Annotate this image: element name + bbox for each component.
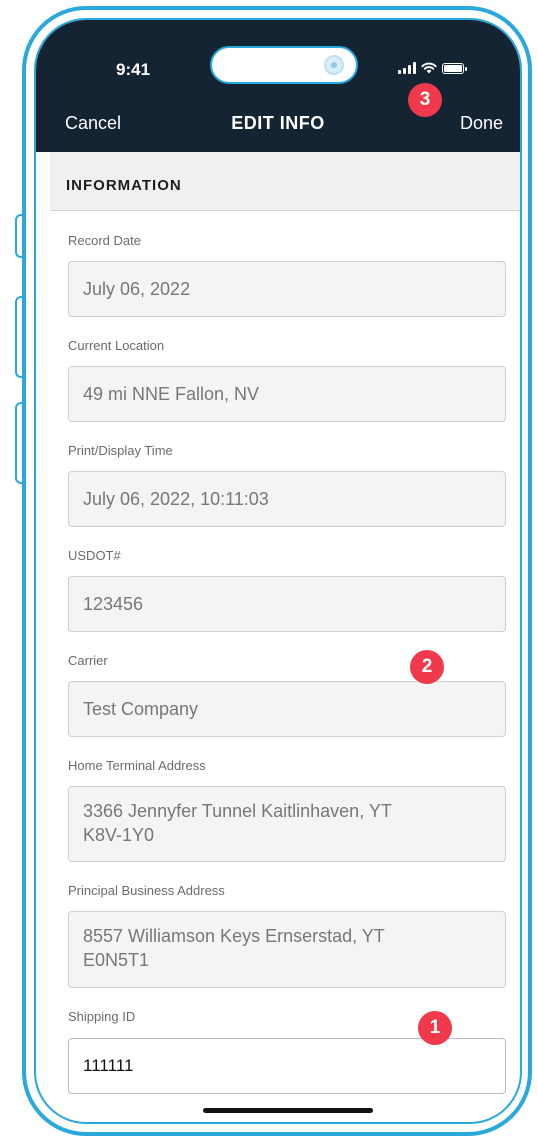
carrier-value: Test Company [83, 699, 199, 719]
badge-3: 3 [408, 83, 442, 117]
shipping-id-value: 111111 [83, 1056, 134, 1075]
app-header: 9:41 Cancel EDIT INFO Done [36, 20, 520, 152]
current-location-label: Current Location [68, 338, 165, 353]
shipping-id-label: Shipping ID [68, 1009, 136, 1024]
record-date-field: July 06, 2022 [68, 261, 506, 317]
dynamic-island [210, 46, 358, 84]
cancel-button[interactable]: Cancel [65, 113, 121, 134]
usdot-value: 123456 [83, 594, 144, 614]
home-terminal-address-line1: 3366 Jennyfer Tunnel Kaitlinhaven, YT [83, 801, 392, 821]
home-indicator [203, 1108, 373, 1113]
print-display-time-label: Print/Display Time [68, 443, 173, 458]
principal-business-address-line2: E0N5T1 [83, 950, 150, 970]
record-date-value: July 06, 2022 [83, 279, 191, 299]
home-terminal-address-line2: K8V-1Y0 [83, 825, 155, 845]
section-title: INFORMATION [66, 177, 182, 194]
carrier-field: Test Company [68, 681, 506, 737]
carrier-label: Carrier [68, 653, 108, 668]
principal-business-address-line1: 8557 Williamson Keys Ernserstad, YT [83, 926, 385, 946]
camera-icon [324, 55, 344, 75]
phone-screen: 9:41 Cancel EDIT INFO Done INFORMATION R… [34, 18, 522, 1124]
principal-business-address-label: Principal Business Address [68, 883, 225, 898]
badge-1: 1 [418, 1011, 452, 1045]
done-button[interactable]: Done [460, 113, 503, 134]
print-display-time-field: July 06, 2022, 10:11:03 [68, 471, 506, 527]
home-terminal-address-field: 3366 Jennyfer Tunnel Kaitlinhaven, YT K8… [68, 786, 506, 862]
record-date-label: Record Date [68, 233, 141, 248]
current-location-value: 49 mi NNE Fallon, NV [83, 384, 260, 404]
wifi-icon [421, 62, 437, 74]
battery-icon [442, 63, 467, 74]
status-time: 9:41 [116, 60, 151, 79]
principal-business-address-field: 8557 Williamson Keys Ernserstad, YT E0N5… [68, 911, 506, 988]
status-icons [398, 62, 467, 74]
shipping-id-input[interactable]: 111111 [68, 1038, 506, 1094]
print-display-time-value: July 06, 2022, 10:11:03 [83, 489, 269, 509]
section-header: INFORMATION [50, 152, 520, 211]
badge-2: 2 [410, 650, 444, 684]
cellular-signal-icon [398, 62, 416, 74]
current-location-field: 49 mi NNE Fallon, NV [68, 366, 506, 422]
home-terminal-address-label: Home Terminal Address [68, 758, 206, 773]
usdot-field: 123456 [68, 576, 506, 632]
usdot-label: USDOT# [68, 548, 121, 563]
